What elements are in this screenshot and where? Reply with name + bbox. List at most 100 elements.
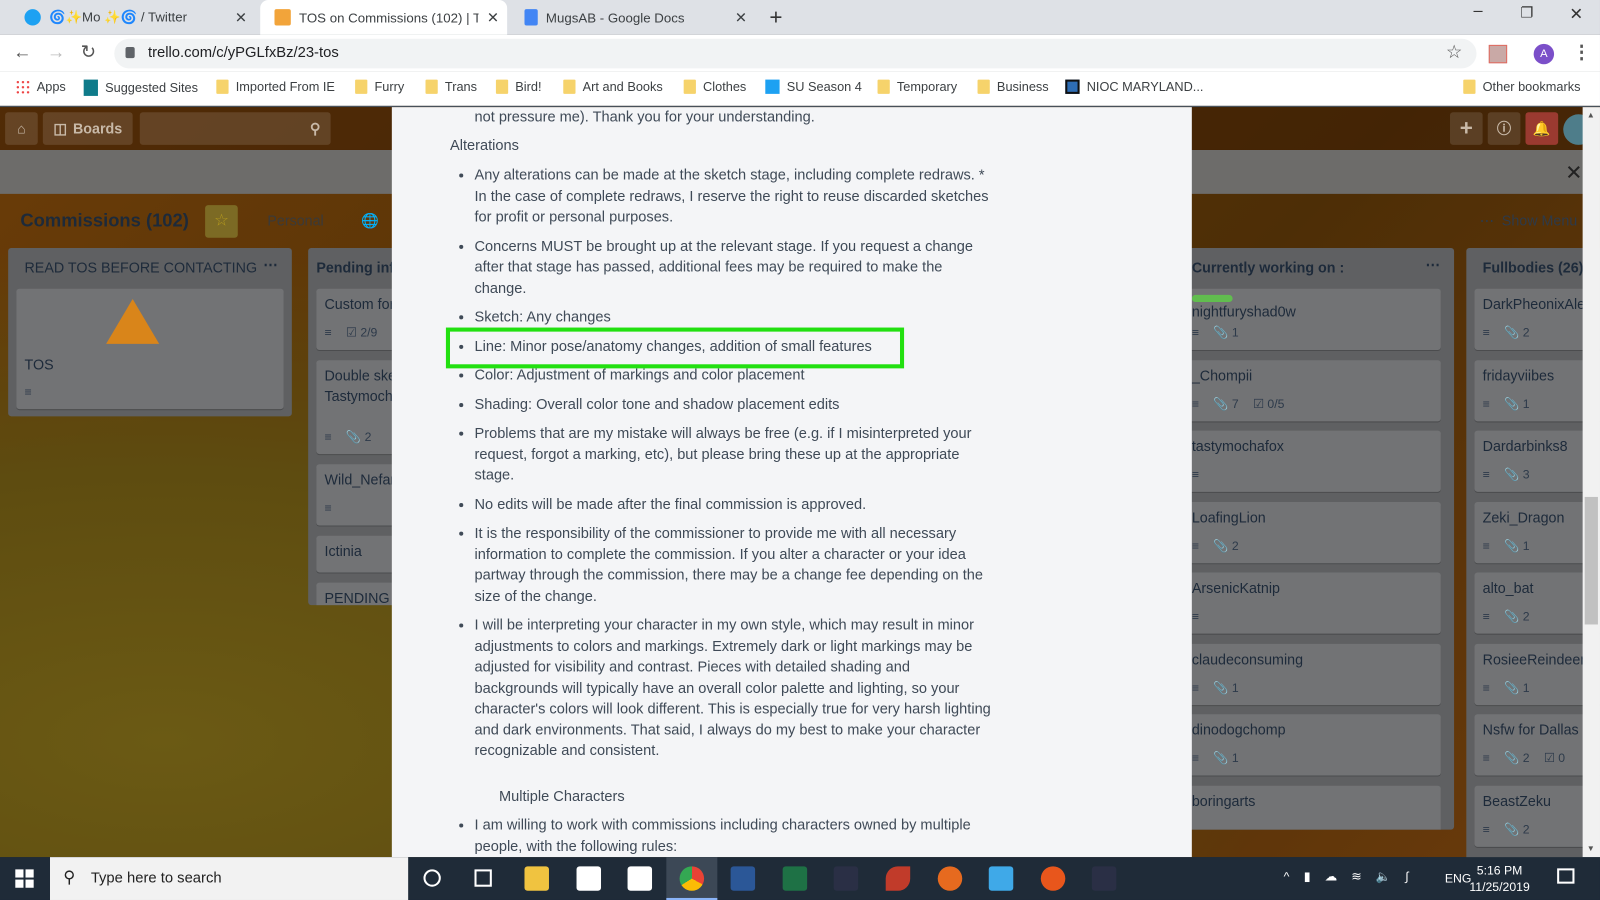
bookmark-item[interactable]: Trans bbox=[425, 79, 477, 94]
info-icon[interactable]: ⓘ bbox=[1487, 112, 1521, 145]
trello-card[interactable]: LoafingLion ≡ 📎 2 bbox=[1173, 501, 1441, 563]
restore-button[interactable]: ❐ bbox=[1520, 4, 1533, 21]
close-window-button[interactable]: ✕ bbox=[1569, 4, 1583, 24]
cortana-icon[interactable] bbox=[423, 869, 441, 887]
chrome-icon[interactable] bbox=[679, 866, 705, 891]
checklist-count: 2/9 bbox=[360, 325, 378, 340]
bookmark-item[interactable]: Clothes bbox=[683, 79, 746, 94]
warning-icon bbox=[106, 298, 160, 344]
pdf-extension-icon[interactable] bbox=[1488, 44, 1508, 64]
list-title[interactable]: READ TOS BEFORE CONTACTING bbox=[24, 259, 257, 275]
boards-button[interactable]: ◫ Boards bbox=[42, 112, 133, 145]
close-tab-icon[interactable]: ✕ bbox=[479, 9, 508, 26]
scroll-down-arrow-icon[interactable]: ▼ bbox=[1587, 844, 1595, 853]
microsoft-store-icon[interactable] bbox=[576, 866, 602, 891]
clip-studio-paint-icon[interactable] bbox=[1091, 866, 1117, 891]
clip-studio-icon[interactable] bbox=[833, 866, 859, 891]
tab-google-docs[interactable]: MugsAB - Google Docs ✕ bbox=[510, 0, 755, 35]
bookmark-item[interactable]: Art and Books bbox=[563, 79, 663, 94]
trello-card[interactable]: Custom for ≡ ☑ 2/9 bbox=[316, 288, 403, 350]
bookmark-item[interactable]: Imported From IE bbox=[216, 79, 335, 94]
windows-start-icon[interactable] bbox=[15, 869, 34, 888]
close-tab-icon[interactable]: ✕ bbox=[727, 9, 756, 26]
trello-card[interactable]: tastymochafox ≡ bbox=[1173, 430, 1441, 492]
paperclip-icon: 📎 bbox=[1504, 396, 1523, 411]
chrome-menu-icon[interactable]: ⋮ bbox=[1572, 42, 1590, 63]
trello-card[interactable]: TOS ≡ bbox=[16, 288, 284, 410]
bookmark-item[interactable]: Suggested Sites bbox=[83, 79, 198, 96]
list-menu-icon[interactable]: ⋯ bbox=[263, 256, 277, 273]
back-button[interactable]: ← bbox=[13, 42, 31, 63]
trello-card[interactable]: Wild_Nefari ≡ bbox=[316, 464, 403, 526]
trello-card[interactable]: boringarts bbox=[1173, 785, 1441, 830]
clock[interactable]: 5:16 PM 11/25/2019 bbox=[1469, 862, 1529, 895]
list-title[interactable]: Pending inf bbox=[316, 259, 394, 275]
taskbar-search-input[interactable]: ⚲ Type here to search bbox=[49, 857, 409, 900]
attachment-badge: 📎 1 bbox=[1213, 680, 1238, 694]
trello-card[interactable]: alto_bat ≡ 📎 2 bbox=[1474, 572, 1600, 634]
other-bookmarks[interactable]: Other bookmarks bbox=[1463, 79, 1580, 94]
star-board-icon[interactable]: ☆ bbox=[205, 205, 238, 238]
trello-card[interactable]: fridayviibes ≡ 📎 1 bbox=[1474, 359, 1600, 421]
list-menu-icon[interactable]: ⋯ bbox=[1425, 256, 1439, 273]
trello-card[interactable]: _Chompii ≡ 📎 7 ☑ 0/5 bbox=[1173, 359, 1441, 421]
home-button[interactable]: ⌂ bbox=[5, 112, 38, 145]
trello-card[interactable]: dinodogchomp ≡ 📎 1 bbox=[1173, 714, 1441, 776]
close-tab-icon[interactable]: ✕ bbox=[227, 9, 256, 26]
file-explorer-icon[interactable] bbox=[524, 866, 549, 891]
mail-icon[interactable] bbox=[627, 866, 653, 891]
trello-card[interactable]: claudeconsuming ≡ 📎 1 bbox=[1173, 643, 1441, 705]
firefox-icon[interactable] bbox=[937, 866, 963, 891]
url-text[interactable]: trello.com/c/yPGLfxBz/23-tos bbox=[148, 45, 339, 61]
trello-card[interactable]: BeastZeku ≡ 📎 2 bbox=[1474, 785, 1600, 847]
profile-avatar[interactable]: A bbox=[1533, 43, 1555, 65]
page-scrollbar[interactable]: ▲ ▼ bbox=[1582, 107, 1600, 858]
trello-card[interactable]: Dardarbinks8 ≡ 📎 3 bbox=[1474, 430, 1600, 492]
scrollbar-thumb[interactable] bbox=[1584, 496, 1598, 625]
trello-card[interactable]: Ictinia bbox=[316, 535, 403, 573]
show-menu-button[interactable]: ⋯ Show Menu bbox=[1480, 212, 1578, 229]
board-search-input[interactable]: ⚲ bbox=[139, 112, 331, 145]
language-indicator[interactable]: ENG bbox=[1445, 871, 1472, 885]
bookmark-item[interactable]: Bird! bbox=[495, 79, 542, 94]
list-title[interactable]: Fullbodies (26) bbox=[1483, 259, 1584, 275]
trello-card[interactable]: PENDING C bbox=[316, 582, 404, 606]
trello-card[interactable]: Zeki_Dragon ≡ 📎 1 bbox=[1474, 501, 1600, 563]
reload-button[interactable]: ↻ bbox=[81, 42, 96, 63]
scroll-up-arrow-icon[interactable]: ▲ bbox=[1587, 110, 1595, 119]
visibility-globe-icon[interactable]: 🌐 bbox=[361, 212, 379, 229]
minimize-button[interactable]: – bbox=[1473, 2, 1482, 20]
board-title[interactable]: Commissions (102) bbox=[20, 210, 188, 231]
trello-card[interactable]: ArsenicKatnip ≡ bbox=[1173, 572, 1441, 634]
affinity-designer-icon[interactable] bbox=[988, 866, 1014, 891]
trello-card[interactable]: nightfuryshad0w ≡ 📎 1 bbox=[1173, 288, 1441, 350]
bookmark-item[interactable]: NIOC MARYLAND... bbox=[1065, 79, 1203, 94]
excel-icon[interactable] bbox=[782, 866, 808, 891]
bookmark-item[interactable]: Business bbox=[977, 79, 1049, 94]
bookmark-item[interactable]: Furry bbox=[355, 79, 404, 94]
notifications-bell-icon[interactable]: 🔔 bbox=[1525, 112, 1559, 145]
origin-icon[interactable] bbox=[1040, 866, 1066, 891]
bookmark-item[interactable]: SU Season 4 bbox=[765, 79, 862, 94]
paint-tool-icon[interactable] bbox=[885, 866, 911, 891]
bookmark-item[interactable]: Temporary bbox=[877, 79, 957, 94]
close-banner-icon[interactable]: ✕ bbox=[1565, 160, 1582, 186]
new-tab-button[interactable]: + bbox=[769, 4, 782, 31]
trello-card[interactable]: DarkPheonixAle ≡ 📎 2 bbox=[1474, 288, 1600, 350]
attachment-badge: 📎 2 bbox=[1504, 751, 1529, 765]
trello-card[interactable]: Double sket Tastymocha ≡ 📎 2 bbox=[316, 360, 403, 455]
task-view-icon[interactable] bbox=[474, 869, 492, 887]
forward-button[interactable]: → bbox=[47, 42, 65, 63]
bookmark-item[interactable]: Apps bbox=[15, 79, 66, 94]
system-tray-icons[interactable]: ^▮☁≋🔈∫ bbox=[1284, 869, 1423, 883]
word-icon[interactable] bbox=[730, 866, 756, 891]
trello-card[interactable]: Nsfw for Dallas ≡ 📎 2 ☑ 0 bbox=[1474, 714, 1600, 776]
tab-trello[interactable]: TOS on Commissions (102) | Trello✕ bbox=[260, 0, 508, 35]
action-center-icon[interactable] bbox=[1557, 868, 1575, 884]
trello-card[interactable]: RosieeReindeer ≡ 📎 1 bbox=[1474, 643, 1600, 705]
tab-twitter[interactable]: 🌀✨Mo ✨🌀 / Twitter ✕ bbox=[10, 0, 255, 35]
bookmark-star-icon[interactable]: ☆ bbox=[1446, 42, 1462, 63]
team-button[interactable]: Personal bbox=[267, 212, 323, 228]
list-title[interactable]: Currently working on : bbox=[1192, 259, 1344, 275]
create-button[interactable]: + bbox=[1449, 112, 1483, 145]
